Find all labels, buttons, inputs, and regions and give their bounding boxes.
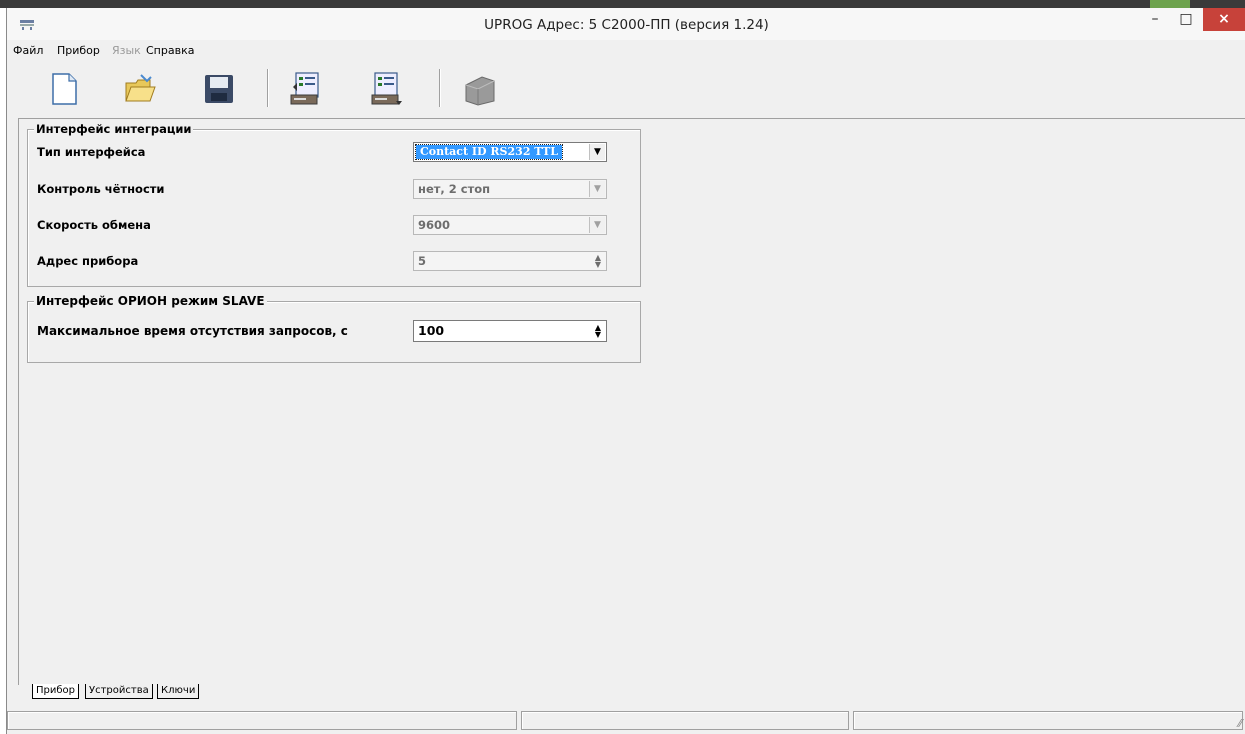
max-time-stepper[interactable]: 100 ▲ ▼ xyxy=(413,320,607,342)
parity-value: нет, 2 стоп xyxy=(418,182,491,196)
interface-type-label: Тип интерфейса xyxy=(37,145,146,159)
status-bar: ⁄⁄ xyxy=(7,711,1245,734)
settings-panel: Интерфейс интеграции Тип интерфейса Cont… xyxy=(18,118,1245,685)
minimize-button[interactable]: – xyxy=(1140,8,1170,31)
max-time-label: Максимальное время отсутствия запросов, … xyxy=(37,324,348,338)
status-panel xyxy=(7,711,517,730)
address-stepper[interactable]: 5 ▲ ▼ xyxy=(413,251,607,271)
menu-language[interactable]: Язык xyxy=(112,44,141,57)
tab-keys[interactable]: Ключи xyxy=(157,684,200,699)
tab-devices[interactable]: Устройства xyxy=(85,684,153,699)
integration-group: Интерфейс интеграции Тип интерфейса Cont… xyxy=(27,122,641,287)
desktop-strip xyxy=(0,0,1245,8)
interface-type-value: Contact ID RS232 TTL xyxy=(414,144,564,160)
new-file-icon[interactable] xyxy=(47,71,81,107)
chevron-down-icon[interactable]: ▼ xyxy=(589,217,605,233)
parity-select[interactable]: нет, 2 стоп ▼ xyxy=(413,179,607,199)
orion-group-title: Интерфейс ОРИОН режим SLAVE xyxy=(34,294,267,308)
open-folder-icon[interactable] xyxy=(123,71,157,107)
stepper-arrows-icon[interactable]: ▲ ▼ xyxy=(592,324,604,339)
desktop-accent xyxy=(1150,0,1190,8)
menu-file[interactable]: Файл xyxy=(13,44,43,57)
speed-select[interactable]: 9600 ▼ xyxy=(413,215,607,235)
orion-group: Интерфейс ОРИОН режим SLAVE Максимальное… xyxy=(27,294,641,363)
status-panel xyxy=(853,711,1243,730)
speed-label: Скорость обмена xyxy=(37,218,151,232)
parity-label: Контроль чётности xyxy=(37,182,165,196)
stepper-arrows-icon[interactable]: ▲ ▼ xyxy=(592,254,604,269)
toolbar-separator xyxy=(267,69,269,107)
toolbar-separator xyxy=(439,69,441,107)
maximize-button[interactable]: □ xyxy=(1171,8,1201,31)
menu-bar: Файл Прибор Язык Справка xyxy=(7,40,1245,59)
speed-value: 9600 xyxy=(418,218,451,232)
save-icon[interactable] xyxy=(202,71,236,107)
menu-device[interactable]: Прибор xyxy=(57,44,100,57)
toolbar xyxy=(7,61,1245,113)
title-bar: UPROG Адрес: 5 С2000-ПП (версия 1.24) – … xyxy=(7,8,1245,40)
app-window: UPROG Адрес: 5 С2000-ПП (версия 1.24) – … xyxy=(6,8,1245,734)
status-panel xyxy=(521,711,849,730)
menu-help[interactable]: Справка xyxy=(146,44,194,57)
device-icon[interactable] xyxy=(463,71,497,107)
close-button[interactable]: × xyxy=(1203,8,1245,31)
resize-grip-icon[interactable]: ⁄⁄ xyxy=(1238,717,1242,730)
address-label: Адрес прибора xyxy=(37,254,139,268)
integration-group-title: Интерфейс интеграции xyxy=(34,122,194,136)
max-time-value: 100 xyxy=(418,323,445,338)
tab-device[interactable]: Прибор xyxy=(32,684,79,699)
read-config-icon[interactable] xyxy=(289,71,323,107)
chevron-down-icon[interactable]: ▼ xyxy=(589,181,605,197)
write-config-icon[interactable] xyxy=(370,71,404,107)
address-value: 5 xyxy=(418,254,427,268)
window-title: UPROG Адрес: 5 С2000-ПП (версия 1.24) xyxy=(484,17,769,33)
interface-type-select[interactable]: Contact ID RS232 TTL ▼ xyxy=(413,142,607,162)
chevron-down-icon[interactable]: ▼ xyxy=(589,144,605,160)
